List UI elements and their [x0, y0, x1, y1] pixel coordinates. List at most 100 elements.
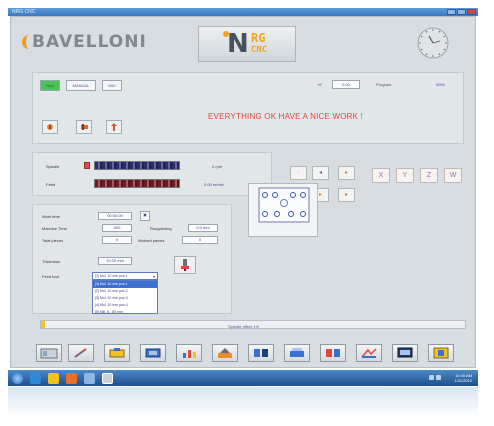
n-label: N° [318, 82, 323, 87]
start-button-icon[interactable] [12, 373, 23, 384]
start-icon [47, 124, 53, 130]
toolbar-button-5[interactable] [176, 344, 202, 362]
maximize-button[interactable] [457, 9, 466, 15]
window-title: NRG CNC [12, 9, 36, 15]
axis-button-z[interactable]: Z [420, 168, 438, 183]
toolbar-button-12[interactable] [428, 344, 454, 362]
pause-cycle-button[interactable] [76, 120, 92, 134]
toolbar-button-11[interactable] [392, 344, 418, 362]
thickness-value: 10.00 mm [98, 257, 132, 265]
toolbar-button-7[interactable] [248, 344, 274, 362]
start-cycle-button[interactable] [42, 120, 58, 134]
feed-bar [94, 179, 180, 188]
mode-button-mdi[interactable]: MDI [102, 80, 122, 91]
mode-button-manual[interactable]: MANUAL [66, 80, 96, 91]
alarms-icon [326, 349, 340, 357]
tray-volume-icon [436, 375, 441, 380]
program-label: Program [376, 82, 392, 87]
stop-icon [111, 123, 117, 131]
toolbar-button-1[interactable] [36, 344, 62, 362]
minimize-button[interactable] [447, 9, 456, 15]
mode-button-run[interactable]: Run [40, 80, 60, 91]
axis-button-y[interactable]: Y [396, 168, 414, 183]
machine-icon [145, 348, 161, 358]
jog-button-1[interactable]: · [290, 166, 307, 180]
feed-value: 0.00 m/min [204, 182, 224, 187]
browser-icon[interactable] [30, 373, 41, 384]
tool-option[interactable]: [4] Mol. 10 mm pos.4 [93, 302, 157, 309]
machine-time-label: Machine Time [42, 226, 67, 231]
window-titlebar: NRG CNC [8, 8, 478, 16]
screenshot-stage: NRG CNC BAVELLONI N RG CNC Run MANUAL MD… [0, 0, 494, 426]
jog-button-5[interactable]: ▸ [338, 188, 355, 202]
tray-date: 1/11/2012 [454, 378, 473, 383]
spindle-label: Spindle [46, 164, 60, 169]
toolbar-button-4[interactable] [140, 344, 166, 362]
toolbar-button-10[interactable] [356, 344, 382, 362]
spindle-feed-panel [32, 152, 272, 196]
toolbar-button-2[interactable] [68, 344, 94, 362]
toolbar-button-9[interactable] [320, 344, 346, 362]
pause-icon [80, 124, 88, 130]
work-time-label: Work time [42, 214, 60, 219]
n-value: 0.00 [332, 80, 360, 89]
tool-options-list: [1] Mol. 10 mm pos.1 [2] Mol. 10 mm pos.… [92, 280, 158, 314]
spindle-bar [94, 161, 180, 170]
spindle-direction-button[interactable] [84, 162, 90, 169]
tray-clock: 10:45 AM 1/11/2012 [455, 373, 473, 383]
workpiece-drawing [258, 187, 310, 223]
tool-icon [181, 259, 189, 271]
tool-label: Feed tool [42, 274, 59, 279]
io-icon [254, 349, 268, 357]
toolbar-button-6[interactable] [212, 344, 238, 362]
tool-select[interactable]: [2] Mol. 10 mm pos.1 ▾ [92, 272, 158, 280]
nrg-taskbar-icon[interactable] [102, 373, 113, 384]
reset-time-button[interactable]: ▣ [140, 211, 150, 221]
network-icon [290, 348, 304, 357]
work-time-value: 00:00:00 [98, 212, 132, 220]
bavelloni-logo-text: BAVELLONI [32, 32, 147, 52]
control-panel [32, 72, 464, 144]
edit-icon [74, 348, 87, 358]
toolbar-button-8[interactable] [284, 344, 310, 362]
total-pieces-label: Total pieces [42, 238, 64, 243]
tools-icon [109, 348, 125, 358]
explorer-icon[interactable] [48, 373, 59, 384]
clock-icon [417, 27, 449, 59]
spindle-offset-text: Spindle offset 1% [228, 324, 260, 329]
roughening-value: 0.0 mm [188, 224, 218, 232]
app-icon[interactable] [84, 373, 95, 384]
jog-button-2[interactable]: ◂ [312, 166, 329, 180]
nrg-logo-cnc: CNC [251, 45, 268, 55]
display-icon [397, 347, 413, 358]
status-message: EVERYTHING OK HAVE A NICE WORK ! [208, 112, 364, 121]
worked-pieces-label: Worked pieces [138, 238, 165, 243]
tool-option[interactable]: [5] Mill. 8 - 80 mm [93, 309, 157, 316]
axis-button-w[interactable]: W [444, 168, 462, 183]
bavelloni-logo: BAVELLONI [22, 32, 147, 52]
machine-time-value: 000 [102, 224, 132, 232]
diagnostics-icon [361, 348, 377, 358]
toolbar-button-3[interactable] [104, 344, 130, 362]
feed-label: Feed [46, 182, 56, 187]
programs-icon [40, 348, 58, 359]
media-player-icon[interactable] [66, 373, 77, 384]
tool-change-button[interactable] [174, 256, 196, 274]
close-button[interactable] [467, 9, 476, 15]
spindle-value: 0 rpm [212, 164, 223, 169]
nrg-logo-rs: RG [251, 31, 266, 45]
workpiece-preview [248, 183, 318, 237]
tool-option[interactable]: [3] Mol. 10 mm pos.3 [93, 295, 157, 302]
worked-pieces-value: 0 [182, 236, 218, 244]
jog-button-3[interactable]: ▸ [338, 166, 355, 180]
maintenance-icon [218, 348, 232, 358]
help-icon [433, 347, 449, 359]
tool-option[interactable]: [2] Mol. 10 mm pos.2 [93, 288, 157, 295]
tray-network-icon [429, 375, 434, 380]
tool-option[interactable]: [1] Mol. 10 mm pos.1 [93, 281, 157, 288]
axis-button-x[interactable]: X [372, 168, 390, 183]
progress-fill [41, 321, 46, 328]
stop-cycle-button[interactable] [106, 120, 122, 134]
os-taskbar: 10:45 AM 1/11/2012 [8, 370, 478, 386]
total-pieces-value: 0 [102, 236, 132, 244]
